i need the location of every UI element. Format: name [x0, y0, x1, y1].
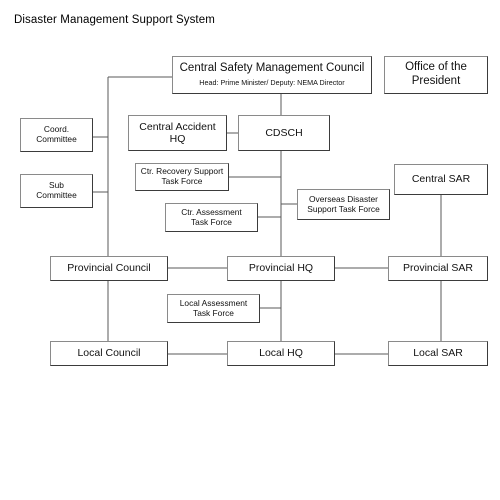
- node-local-sar[interactable]: Local SAR: [388, 341, 488, 366]
- sub-committee-label: Sub Committee: [36, 180, 77, 200]
- local-council-label: Local Council: [77, 347, 141, 360]
- node-local-hq[interactable]: Local HQ: [227, 341, 335, 366]
- ctr-assessment-tf-label: Ctr. Assessment Task Force: [181, 206, 242, 227]
- node-provincial-council[interactable]: Provincial Council: [50, 256, 168, 281]
- node-central-safety-management-council[interactable]: Central Safety Management Council Head: …: [172, 56, 372, 94]
- node-office-of-the-president[interactable]: Office of the President: [384, 56, 488, 94]
- node-provincial-hq[interactable]: Provincial HQ: [227, 256, 335, 281]
- local-hq-label: Local HQ: [259, 347, 303, 360]
- node-local-assessment-task-force[interactable]: Local Assessment Task Force: [167, 294, 260, 323]
- node-central-accident-hq[interactable]: Central Accident HQ: [128, 115, 227, 151]
- local-sar-label: Local SAR: [413, 347, 463, 360]
- overseas-disaster-tf-label: Overseas Disaster Support Task Force: [307, 193, 380, 214]
- node-ctr-recovery-support-task-force[interactable]: Ctr. Recovery Support Task Force: [135, 163, 229, 191]
- coord-committee-label: Coord. Committee: [36, 124, 77, 144]
- central-accident-hq-label: Central Accident HQ: [139, 120, 216, 145]
- central-council-label: Central Safety Management Council: [179, 62, 365, 75]
- local-assessment-tf-label: Local Assessment Task Force: [179, 297, 248, 318]
- node-local-council[interactable]: Local Council: [50, 341, 168, 366]
- diagram-canvas: Disaster Management Support System Centr…: [0, 0, 500, 500]
- office-president-label: Office of the President: [405, 61, 467, 87]
- node-central-sar[interactable]: Central SAR: [394, 164, 488, 195]
- cdsch-label: CDSCH: [265, 126, 303, 139]
- node-ctr-assessment-task-force[interactable]: Ctr. Assessment Task Force: [165, 203, 258, 232]
- ctr-recovery-tf-label: Ctr. Recovery Support Task Force: [140, 166, 224, 186]
- central-council-subtitle: Head: Prime Minister/ Deputy: NEMA Direc…: [199, 78, 345, 88]
- provincial-sar-label: Provincial SAR: [402, 262, 474, 275]
- central-sar-label: Central SAR: [411, 173, 471, 186]
- node-cdsch[interactable]: CDSCH: [238, 115, 330, 151]
- node-sub-committee[interactable]: Sub Committee: [20, 174, 93, 208]
- provincial-council-label: Provincial Council: [67, 262, 151, 275]
- node-provincial-sar[interactable]: Provincial SAR: [388, 256, 488, 281]
- node-coord-committee[interactable]: Coord. Committee: [20, 118, 93, 152]
- node-overseas-disaster-support-task-force[interactable]: Overseas Disaster Support Task Force: [297, 189, 390, 220]
- provincial-hq-label: Provincial HQ: [248, 262, 314, 275]
